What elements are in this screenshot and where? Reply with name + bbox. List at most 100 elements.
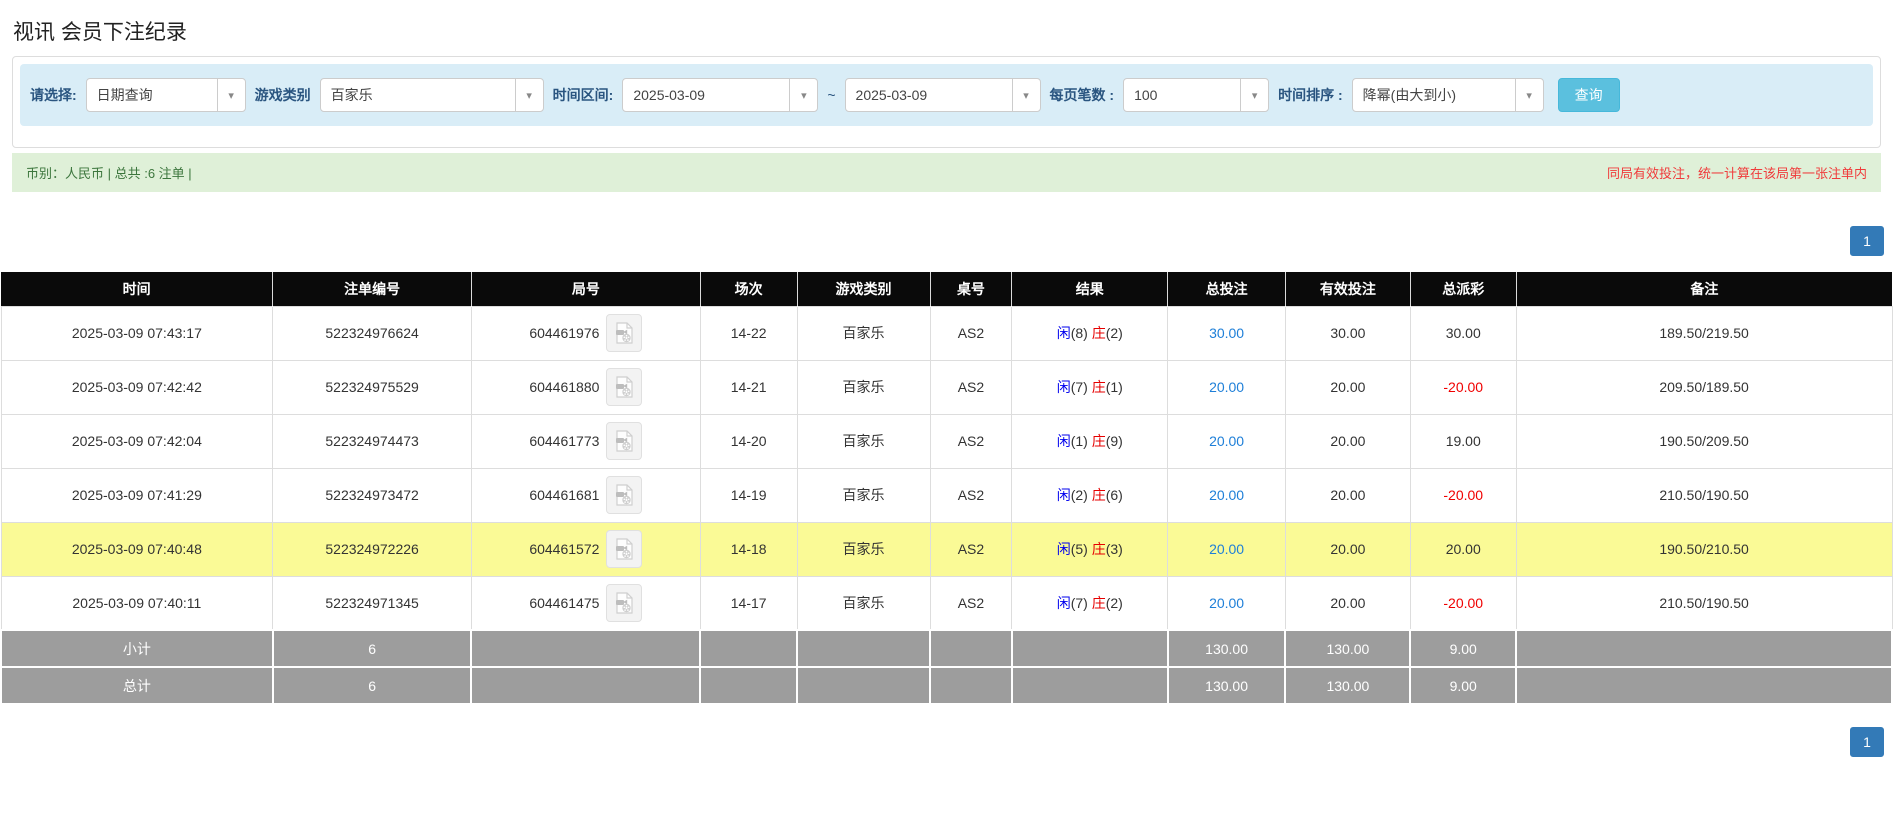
currency-summary-text: 币别：人民币 | 总共 :6 注单 | xyxy=(26,166,192,181)
cell-round-id: 604461880 xyxy=(470,359,701,415)
pagination-top: 1 xyxy=(0,226,1893,256)
date-to-picker[interactable]: 2025-03-09 ▾ xyxy=(844,78,1041,112)
cell-game-type: 百家乐 xyxy=(796,305,931,361)
cell-round-id: 604461976 xyxy=(470,305,701,361)
result-banker: 庄 xyxy=(1091,487,1106,503)
header-payout: 总派彩 xyxy=(1410,272,1517,306)
chevron-down-icon[interactable]: ▾ xyxy=(514,79,543,111)
filter-panel: 请选择: 日期查询 ▾ 游戏类别 百家乐 ▾ 时间区间: 2025-03-09 … xyxy=(12,56,1881,148)
header-game-type: 游戏类别 xyxy=(797,272,931,306)
per-page-select[interactable]: 100 ▾ xyxy=(1123,78,1270,112)
table-row: 2025-03-09 07:40:11 522324971345 6044614… xyxy=(0,575,1893,631)
result-banker-score: (6) xyxy=(1105,487,1123,503)
cell-round-id: 604461681 xyxy=(470,467,701,523)
header-table-no: 桌号 xyxy=(930,272,1013,306)
video-replay-button[interactable] xyxy=(606,583,643,622)
cell-session: 14-20 xyxy=(699,413,798,469)
total-bet-link[interactable]: 20.00 xyxy=(1209,379,1244,395)
total-bet-link[interactable]: 20.00 xyxy=(1209,433,1244,449)
chevron-down-icon[interactable]: ▾ xyxy=(1514,79,1543,111)
cell-bet-id: 522324976624 xyxy=(272,305,472,361)
cell-result: 闲(2) 庄(6) xyxy=(1011,467,1169,523)
round-id-text: 604461976 xyxy=(529,325,600,341)
cell-table-no: AS2 xyxy=(929,575,1013,631)
cell-time: 2025-03-09 07:42:42 xyxy=(0,359,274,415)
sort-order-value: 降幂(由大到小) xyxy=(1362,87,1456,103)
filter-bar: 请选择: 日期查询 ▾ 游戏类别 百家乐 ▾ 时间区间: 2025-03-09 … xyxy=(20,64,1873,126)
cell-remark: 190.50/210.50 xyxy=(1515,521,1893,577)
cell-remark: 189.50/219.50 xyxy=(1515,305,1893,361)
cell-valid-bet: 20.00 xyxy=(1284,467,1411,523)
table-header-row: 时间 注单编号 局号 场次 游戏类别 桌号 结果 总投注 有效投注 总派彩 备注 xyxy=(1,272,1892,306)
round-id-text: 604461572 xyxy=(529,541,600,557)
game-type-value: 百家乐 xyxy=(330,87,373,103)
summary-bar: 币别：人民币 | 总共 :6 注单 | 同局有效投注，统一计算在该局第一张注单内 xyxy=(12,153,1881,192)
result-player-score: (1) xyxy=(1070,433,1088,449)
total-bet-link[interactable]: 20.00 xyxy=(1209,487,1244,503)
result-banker-score: (2) xyxy=(1105,594,1123,611)
video-replay-button[interactable] xyxy=(606,530,643,568)
result-player: 闲 xyxy=(1056,541,1071,557)
bet-records-table: 时间 注单编号 局号 场次 游戏类别 桌号 结果 总投注 有效投注 总派彩 备注… xyxy=(0,272,1893,705)
subtotal-label: 小计 xyxy=(0,629,274,668)
round-id-text: 604461880 xyxy=(529,379,600,395)
cell-round-id: 604461475 xyxy=(470,575,701,631)
result-player-score: (2) xyxy=(1070,487,1088,503)
cell-time: 2025-03-09 07:40:11 xyxy=(0,575,274,631)
video-file-icon xyxy=(616,484,634,506)
cell-bet-id: 522324973472 xyxy=(272,467,472,523)
chevron-down-icon[interactable]: ▾ xyxy=(216,79,245,111)
page-title: 视讯 会员下注纪录 xyxy=(13,21,187,44)
cell-session: 14-21 xyxy=(699,359,798,415)
cell-valid-bet: 20.00 xyxy=(1284,521,1411,577)
total-label: 总计 xyxy=(0,666,274,705)
game-type-select[interactable]: 百家乐 ▾ xyxy=(319,78,544,112)
date-from-picker[interactable]: 2025-03-09 ▾ xyxy=(622,78,819,112)
result-banker-score: (1) xyxy=(1105,379,1123,395)
chevron-down-icon[interactable]: ▾ xyxy=(1240,79,1269,111)
time-range-label: 时间区间: xyxy=(552,87,614,103)
range-separator: ~ xyxy=(827,87,836,103)
query-type-select[interactable]: 日期查询 ▾ xyxy=(85,78,246,112)
total-bet-link[interactable]: 20.00 xyxy=(1209,595,1244,611)
cell-game-type: 百家乐 xyxy=(796,467,931,523)
total-row: 总计 6 130.00 130.00 9.00 xyxy=(0,666,1893,705)
search-button[interactable]: 查询 xyxy=(1557,78,1620,112)
cell-total-bet: 20.00 xyxy=(1167,521,1286,577)
sort-order-select[interactable]: 降幂(由大到小) ▾ xyxy=(1351,78,1544,112)
total-valid-bet: 130.00 xyxy=(1284,666,1412,705)
total-payout: 9.00 xyxy=(1409,666,1518,705)
video-replay-button[interactable] xyxy=(606,422,643,460)
result-player: 闲 xyxy=(1056,325,1071,341)
cell-session: 14-22 xyxy=(699,305,798,361)
result-banker: 庄 xyxy=(1091,325,1106,341)
chevron-down-icon[interactable]: ▾ xyxy=(789,79,818,111)
video-replay-button[interactable] xyxy=(606,476,643,514)
result-banker: 庄 xyxy=(1091,433,1106,449)
cell-time: 2025-03-09 07:42:04 xyxy=(0,413,274,469)
header-session: 场次 xyxy=(700,272,798,306)
total-bet-link[interactable]: 30.00 xyxy=(1209,325,1244,341)
cell-payout: -20.00 xyxy=(1409,467,1517,523)
pagination-page-1-button[interactable]: 1 xyxy=(1850,727,1884,757)
date-from-value: 2025-03-09 xyxy=(633,87,705,103)
video-file-icon xyxy=(616,430,634,452)
game-type-label: 游戏类别 xyxy=(254,87,311,103)
cell-table-no: AS2 xyxy=(929,521,1013,577)
result-player-score: (8) xyxy=(1070,325,1088,341)
table-row: 2025-03-09 07:43:17 522324976624 6044619… xyxy=(0,305,1893,361)
cell-result: 闲(8) 庄(2) xyxy=(1011,305,1169,361)
pagination-page-1-button[interactable]: 1 xyxy=(1850,226,1884,256)
total-bet-link[interactable]: 20.00 xyxy=(1209,541,1244,557)
table-row: 2025-03-09 07:40:48 522324972226 6044615… xyxy=(0,521,1893,577)
video-replay-button[interactable] xyxy=(606,314,643,352)
chevron-down-icon[interactable]: ▾ xyxy=(1011,79,1040,111)
sort-order-label: 时间排序 : xyxy=(1278,87,1343,103)
result-banker: 庄 xyxy=(1091,379,1106,395)
header-total-bet: 总投注 xyxy=(1167,272,1286,306)
cell-table-no: AS2 xyxy=(929,467,1013,523)
table-row: 2025-03-09 07:41:29 522324973472 6044616… xyxy=(0,467,1893,523)
video-replay-button[interactable] xyxy=(606,368,643,406)
subtotal-count: 6 xyxy=(271,629,473,668)
cell-table-no: AS2 xyxy=(929,359,1013,415)
